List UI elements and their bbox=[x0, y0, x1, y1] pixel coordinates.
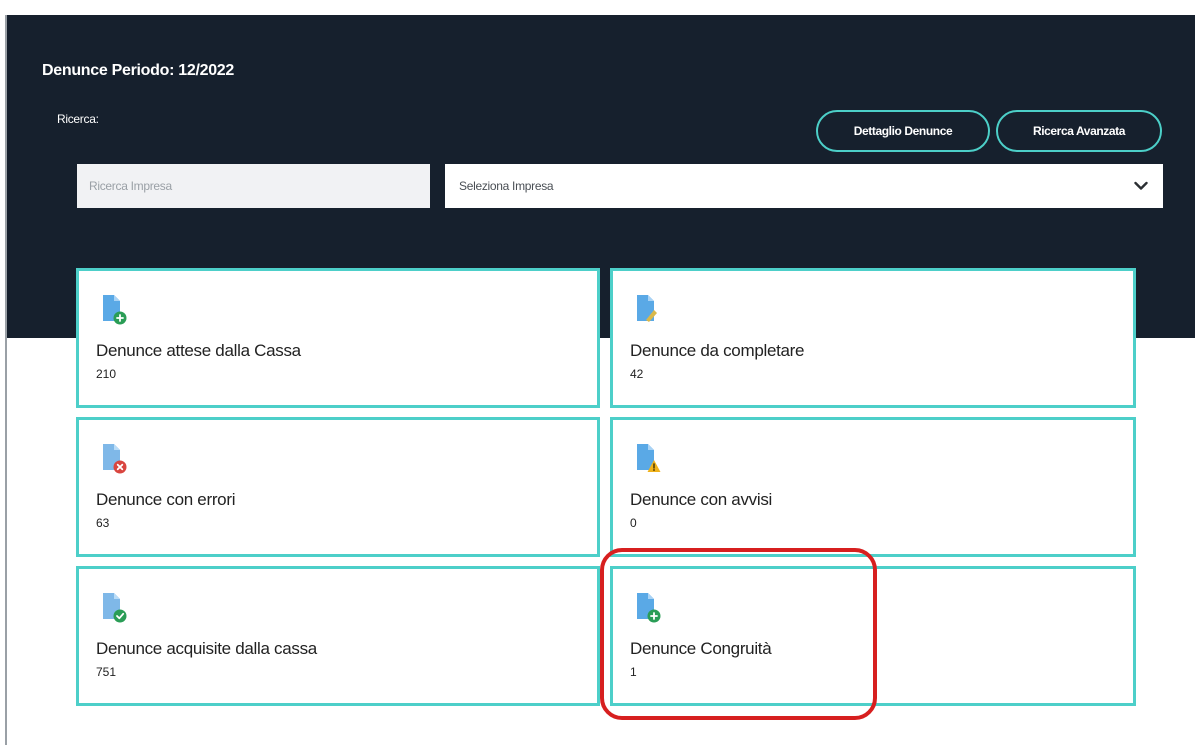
card-title: Denunce con avvisi bbox=[630, 490, 773, 509]
select-impresa-value: Seleziona Impresa bbox=[459, 179, 554, 193]
page-title: Denunce Periodo: 12/2022 bbox=[42, 62, 234, 79]
document-add-icon bbox=[101, 293, 127, 327]
card-count: 63 bbox=[96, 516, 110, 530]
card-count: 210 bbox=[96, 367, 117, 381]
search-label: Ricerca: bbox=[57, 112, 99, 126]
search-impresa-input[interactable] bbox=[77, 164, 430, 208]
document-error-icon bbox=[101, 442, 127, 476]
document-edit-icon bbox=[635, 293, 661, 327]
page: Denunce Periodo: 12/2022 Ricerca: Dettag… bbox=[0, 0, 1195, 745]
card-count: 751 bbox=[96, 665, 117, 679]
card-title: Denunce acquisite dalla cassa bbox=[96, 639, 317, 658]
document-check-icon bbox=[101, 591, 127, 625]
card-count: 42 bbox=[630, 367, 644, 381]
dettaglio-denunce-button[interactable]: Dettaglio Denunce bbox=[816, 110, 990, 152]
card-title: Denunce con errori bbox=[96, 490, 236, 509]
card-count: 1 bbox=[630, 665, 637, 679]
card-denunce-acquisite[interactable]: Denunce acquisite dalla cassa 751 bbox=[76, 566, 600, 706]
document-add-icon bbox=[635, 591, 661, 625]
card-title: Denunce attese dalla Cassa bbox=[96, 341, 301, 360]
ricerca-avanzata-button[interactable]: Ricerca Avanzata bbox=[996, 110, 1162, 152]
document-warning-icon bbox=[635, 442, 661, 476]
chevron-down-icon bbox=[1133, 178, 1149, 194]
card-title: Denunce Congruità bbox=[630, 639, 772, 658]
card-title: Denunce da completare bbox=[630, 341, 805, 360]
card-count: 0 bbox=[630, 516, 637, 530]
card-denunce-da-completare[interactable]: Denunce da completare 42 bbox=[610, 268, 1136, 408]
card-denunce-attese[interactable]: Denunce attese dalla Cassa 210 bbox=[76, 268, 600, 408]
card-denunce-con-errori[interactable]: Denunce con errori 63 bbox=[76, 417, 600, 557]
card-denunce-con-avvisi[interactable]: Denunce con avvisi 0 bbox=[610, 417, 1136, 557]
select-impresa-dropdown[interactable]: Seleziona Impresa bbox=[445, 164, 1163, 208]
card-denunce-congruita[interactable]: Denunce Congruità 1 bbox=[610, 566, 1136, 706]
